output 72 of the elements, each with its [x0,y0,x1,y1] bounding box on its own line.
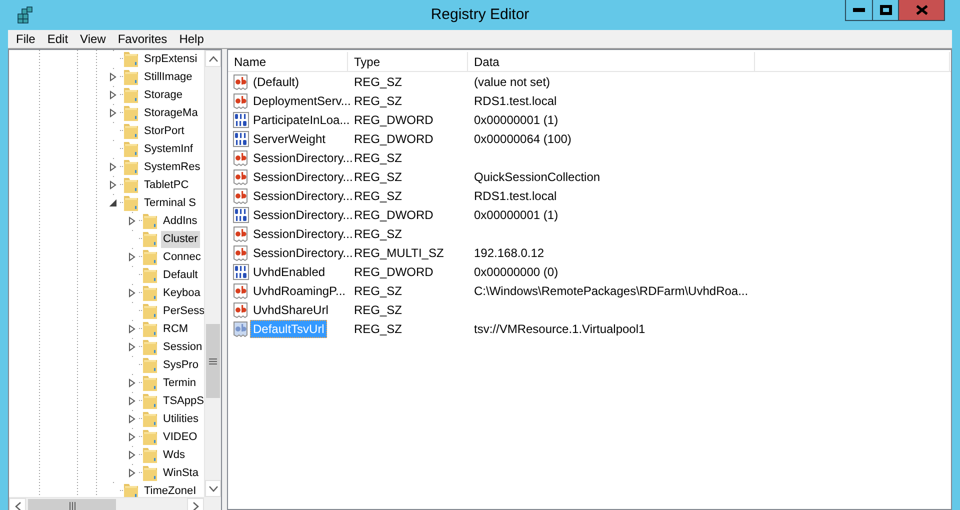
tree-item[interactable]: SysPro [161,356,200,374]
value-data: 0x00000001 (1) [474,112,558,126]
value-name[interactable]: SessionDirectory... [250,148,356,166]
value-name[interactable]: ServerWeight [250,130,328,148]
value-type: REG_SZ [354,150,402,164]
tree-item[interactable]: VIDEO [161,428,200,446]
value-type: REG_DWORD [354,132,434,146]
tree-item[interactable]: Cluster [161,230,200,248]
value-data: 0x00000001 (1) [474,208,558,222]
value-data: tsv://VMResource.1.Virtualpool1 [474,322,646,336]
value-data: 0x00000064 (100) [474,132,572,146]
value-type: REG_SZ [354,94,402,108]
value-type: REG_DWORD [354,208,434,222]
value-name[interactable]: SessionDirectory... [250,244,356,262]
menu-item[interactable]: View [74,32,112,46]
tree-item[interactable]: AddIns [161,212,200,230]
menu-item[interactable]: Edit [41,32,74,46]
value-type: REG_SZ [354,170,402,184]
value-type: REG_MULTI_SZ [354,246,444,260]
value-data: 0x00000000 (0) [474,264,558,278]
value-data: QuickSessionCollection [474,170,600,184]
value-name[interactable]: DeploymentServ... [250,92,354,110]
tree-item[interactable]: Keyboa [161,284,202,302]
value-name[interactable]: SessionDirectory... [250,186,356,204]
value-type: REG_SZ [354,302,402,316]
window-title: Registry Editor [430,6,530,23]
column-header[interactable]: Data [468,52,755,71]
value-name[interactable]: (Default) [250,72,302,90]
value-name[interactable]: UvhdRoamingP... [250,282,348,300]
value-data: RDS1.test.local [474,94,557,108]
tree-item[interactable]: StorageMa [142,104,200,122]
menu-item[interactable]: File [10,32,42,46]
value-type: REG_SZ [354,74,402,88]
value-name[interactable]: ParticipateInLoa... [250,110,353,128]
value-type: REG_DWORD [354,264,434,278]
tree-item[interactable]: PerSess [161,302,204,320]
tree-item[interactable]: TSAppS [161,392,204,410]
value-name[interactable]: SessionDirectory... [250,168,356,186]
tree-item[interactable]: StillImage [142,68,194,86]
value-type: REG_SZ [354,188,402,202]
value-name[interactable]: SessionDirectory... [250,224,356,242]
tree-item[interactable]: Utilities [161,410,200,428]
column-header[interactable]: Type [348,52,468,71]
value-name[interactable]: UvhdShareUrl [250,300,332,318]
tree-item[interactable]: SrpExtensi [142,50,200,68]
tree-item[interactable]: TabletPC [142,176,191,194]
tree-item[interactable]: Wds [161,446,187,464]
value-data: 192.168.0.12 [474,246,544,260]
tree-item[interactable]: StorPort [142,122,186,140]
tree-item[interactable]: Termin [161,374,198,392]
tree-item[interactable]: Storage [142,86,185,104]
menu-item[interactable]: Help [173,32,210,46]
tree-item[interactable]: Default [161,266,200,284]
tree-item[interactable]: TimeZoneI [142,482,198,497]
value-type: REG_SZ [354,284,402,298]
tree-item[interactable]: SystemRes [142,158,202,176]
column-header[interactable]: Name [228,52,348,71]
value-name[interactable]: UvhdEnabled [250,262,328,280]
tree-item[interactable]: SystemInf [142,140,195,158]
value-data: (value not set) [474,74,550,88]
value-data: C:\Windows\RemotePackages\RDFarm\UvhdRoa... [474,284,748,298]
value-data: RDS1.test.local [474,188,557,202]
value-name[interactable]: SessionDirectory... [250,206,356,224]
tree-item[interactable]: WinSta [161,464,200,482]
value-type: REG_SZ [354,322,402,336]
menu-item[interactable]: Favorites [112,32,174,46]
tree-item[interactable]: Terminal S [142,194,198,212]
tree-item[interactable]: RCM [161,320,190,338]
value-type: REG_DWORD [354,112,434,126]
tree-item[interactable]: Session [161,338,204,356]
tree-item[interactable]: Connec [161,248,203,266]
value-type: REG_SZ [354,226,402,240]
